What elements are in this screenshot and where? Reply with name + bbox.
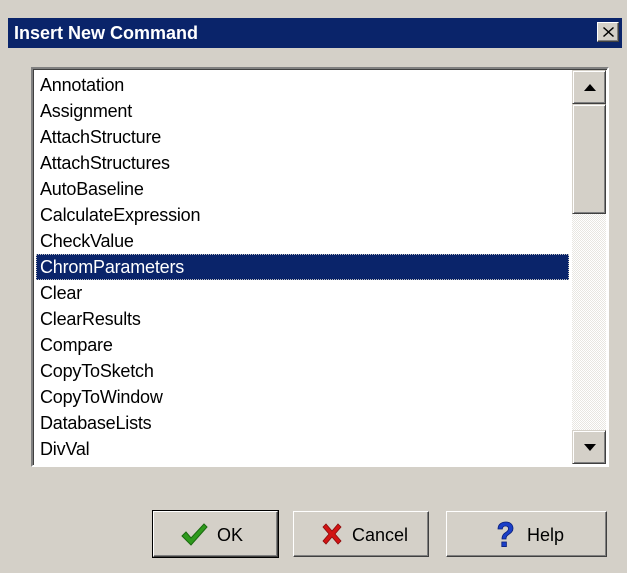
command-listbox[interactable]: Annotation Assignment AttachStructure Attac… — [31, 67, 609, 467]
list-item[interactable]: AutoBaseline — [36, 176, 569, 202]
list-item[interactable]: Assignment — [36, 98, 569, 124]
list-item[interactable]: DivVal — [36, 436, 569, 462]
ok-label: OK — [217, 525, 244, 545]
vertical-scrollbar[interactable] — [572, 70, 606, 464]
list-item[interactable]: CheckValue — [36, 228, 569, 254]
list-item[interactable]: ClearResults — [36, 306, 569, 332]
insert-new-command-dialog: Insert New Command Annotation Assignment A… — [0, 0, 627, 573]
list-item[interactable]: Compare — [36, 332, 569, 358]
scroll-down-button[interactable] — [572, 430, 606, 464]
list-item[interactable]: AttachStructures — [36, 150, 569, 176]
scroll-thumb[interactable] — [572, 104, 606, 214]
x-icon — [321, 523, 343, 550]
dialog-title: Insert New Command — [14, 23, 199, 43]
cancel-label: Cancel — [352, 525, 409, 545]
list-item[interactable]: CopyToWindow — [36, 384, 569, 410]
close-button[interactable] — [597, 22, 619, 42]
list-item[interactable]: Clear — [36, 280, 569, 306]
list-item[interactable]: AttachStructure — [36, 124, 569, 150]
question-icon — [495, 521, 515, 554]
scroll-up-button[interactable] — [572, 70, 606, 104]
list-item[interactable]: CalculateExpression — [36, 202, 569, 228]
ok-button[interactable]: OK — [152, 510, 279, 558]
help-button[interactable]: Help — [446, 511, 607, 557]
arrow-down-icon — [584, 444, 596, 451]
list-item[interactable]: DatabaseLists — [36, 410, 569, 436]
list-item[interactable]: CopyToSketch — [36, 358, 569, 384]
list-item[interactable]: ChromParameters — [36, 254, 569, 280]
checkmark-icon — [180, 523, 208, 552]
arrow-up-icon — [584, 84, 596, 91]
title-bar[interactable]: Insert New Command — [8, 18, 622, 48]
help-label: Help — [527, 525, 565, 545]
list-item[interactable]: Annotation — [36, 72, 569, 98]
cancel-button[interactable]: Cancel — [293, 511, 429, 557]
command-list[interactable]: Annotation Assignment AttachStructure Attac… — [36, 72, 569, 464]
close-icon — [603, 27, 614, 37]
